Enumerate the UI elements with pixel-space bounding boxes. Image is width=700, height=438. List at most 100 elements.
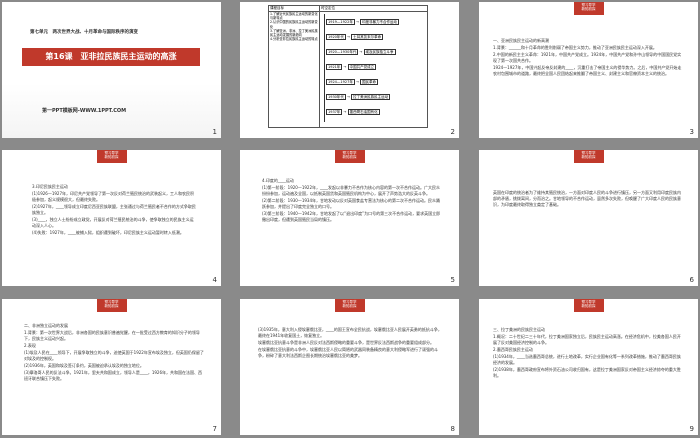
body-line: (4)失败：1927年，____被捕入狱，组织遭到破坏，印尼民族主义运动暂时转入… xyxy=(32,230,184,235)
goal-list: 1.了解近代民族民主运动的新变化与新特点 2.认识中国的民族民主运动的新变化 3… xyxy=(268,11,320,128)
slide-9-body: 三、拉丁美洲的民族民主运动 1.概况：二十世纪二三十年代，拉丁美洲国家独立后，民… xyxy=(493,327,683,380)
section-tag: 预习导学 新知初探 xyxy=(96,150,127,163)
section-heading: 一、亚洲民族民主运动的新高潮 xyxy=(493,38,549,43)
timeline-event: 墨西哥石油国有化 xyxy=(347,109,380,115)
body-line: 在埃塞俄比亚抗意的斗争中，埃塞俄比亚人民以简陋的武器同装备精良的意大利侵略军进行… xyxy=(258,347,438,358)
section-tag: 预习导学 新知初探 xyxy=(334,150,365,163)
slide-5[interactable]: 预习导学 新知初探 4.印度的____运动 (1)第一阶段：1920—1922年，… xyxy=(240,150,459,286)
section-tag-line: 新知初探 xyxy=(342,304,357,308)
objectives-table: 课程目标 时空定位 1.了解近代民族民主运动的新变化与新特点 2.认识中国的民族… xyxy=(268,5,428,128)
arrow-icon: → xyxy=(343,110,347,114)
arrow-icon: → xyxy=(355,80,359,84)
body-line: 1.概况：二十世纪二三十年代，拉丁美洲国家独立后，民族民主运动高涨。在经济危机中… xyxy=(493,334,681,345)
slide-number: 1 xyxy=(212,128,217,136)
body-line: (3)____，独立人士纷纷成立政党，开展反对荷兰殖民统治的斗争，使争取独立的民… xyxy=(32,217,194,228)
lesson-title: 第16课 亚非拉民族民主运动的高涨 xyxy=(45,52,177,61)
slide-number: 9 xyxy=(689,425,694,433)
body-line: (2)1927年，____领导成立印度尼西亚民族联盟，主张通过与荷兰殖民者不合作… xyxy=(32,204,196,215)
timeline-year: 1920年代 xyxy=(326,34,346,40)
slide-number: 8 xyxy=(450,425,455,433)
footer-credit: 第一PPT模板网-WWW.1PPT.COM xyxy=(42,108,127,114)
body-line: (3)摩洛哥人民的反法斗争。1921年，里夫共和国成立，领导人是____，192… xyxy=(24,370,203,381)
arrow-icon: → xyxy=(347,95,350,99)
arrow-icon: → xyxy=(359,50,363,54)
timeline-row: 1919—1922年 → 印度非暴力不合作运动 xyxy=(326,19,400,25)
section-tag-line: 新知初探 xyxy=(104,304,119,308)
body-line: 3.印尼民族民主运动 xyxy=(32,184,68,189)
slide-1[interactable]: 第七单元 两次世界大战、十月革命与国际秩序的演变 第16课 亚非拉民族民主运动的… xyxy=(2,2,221,138)
body-line: 埃塞俄比亚抗意斗争是非洲人民反对法西斯侵略的重要斗争，是世界反法西斯战争的重要组… xyxy=(258,340,434,345)
timeline-year: 1924—1927年 xyxy=(326,79,355,85)
section-tag: 预习导学 新知初探 xyxy=(573,2,604,15)
body-line: (1)埃及人民在____领导下，开展争取独立的斗争，迫使英国于1922年宣布埃及… xyxy=(24,350,204,361)
body-line: 1924—1927年，中国兴起反帝反封建的____，沉重打击了帝国主义的侵华势力… xyxy=(493,65,682,76)
slide-5-body: 4.印度的____运动 (1)第一阶段：1920—1922年，____发起以非暴… xyxy=(262,178,442,224)
body-line: 2.中国的新民主主义革命：1921年，中国共产党成立。1924年，中国共产党和孙… xyxy=(493,52,682,63)
goal-item: 2.认识中国的民族民主运动的新变化 xyxy=(270,20,318,29)
timeline-year: 1919—1922年 xyxy=(326,19,355,25)
slide-7-body: 二、非洲独立运动的发展 1.背景：第一次世界大战后，非洲各国的民族意识普遍觉醒，… xyxy=(24,323,204,383)
slide-6-body: 英国在印度的统治者为了维持其殖民统治，一方面对印度人民的斗争进行镇压，另一方面又… xyxy=(493,190,683,209)
timeline-year: 1937年 xyxy=(326,109,343,115)
body-line: (1)1926—1927年，印尼共产党领导了第一次反对荷兰殖民统治的武装起义，工… xyxy=(32,191,195,202)
section-tag: 预习导学 新知初探 xyxy=(573,150,604,163)
body-line: (2)第二阶段：1930—1934年，甘地发动以反对英国食盐专营法为核心的第二次… xyxy=(262,198,441,209)
body-line: 1.背景：第一次世界大战后，非洲各国的民族意识普遍觉醒，在一批受过西方教育的知识… xyxy=(24,330,200,341)
section-tag-line: 新知初探 xyxy=(581,155,596,159)
slide-7[interactable]: 预习导学 新知初探 二、非洲独立运动的发展 1.背景：第一次世界大战后，非洲各国的… xyxy=(2,299,221,435)
timeline-event: 国民革命 xyxy=(360,79,379,85)
timeline-cell: 1919—1922年 → 印度非暴力不合作运动 1920年代 → 土耳其凯末尔革… xyxy=(319,11,428,128)
slide-number: 6 xyxy=(689,276,694,284)
section-tag-line: 新知初探 xyxy=(581,7,596,11)
unit-title: 第七单元 两次世界大战、十月革命与国际秩序的演变 xyxy=(30,30,138,35)
body-line: (3)1935年，意大利入侵埃塞俄比亚，____的国王宣布全民抗战，埃塞俄比亚人… xyxy=(258,327,442,338)
body-line: (3)第三阶段：1940—1942年，甘地发起了以“退出印度”为口号的第三次不合… xyxy=(262,211,441,222)
timeline-row: 1921年 → 中国共产党成立 xyxy=(326,64,377,70)
timeline-row: 1920年代 → 土耳其凯末尔革命 xyxy=(326,34,384,40)
body-line: 4.印度的____运动 xyxy=(262,178,294,183)
slide-2[interactable]: 课程目标 时空定位 1.了解近代民族民主运动的新变化与新特点 2.认识中国的民族… xyxy=(240,2,459,138)
section-tag: 预习导学 新知初探 xyxy=(334,299,365,312)
body-line: (1)1934年，____当选墨西哥总统，进行土地改革，实行企业国有化等一系列改… xyxy=(493,354,681,365)
body-line: (2)1936年，英国和埃及签订条约，英国被迫承认埃及的独立地位。 xyxy=(24,363,144,368)
section-tag: 预习导学 新知初探 xyxy=(96,299,127,312)
section-tag-line: 新知初探 xyxy=(342,155,357,159)
slide-1-cover-image xyxy=(2,2,221,138)
slide-9[interactable]: 预习导学 新知初探 三、拉丁美洲的民族民主运动 1.概况：二十世纪二三十年代，拉丁… xyxy=(479,299,698,435)
slide-number: 2 xyxy=(450,128,455,136)
slide-number: 5 xyxy=(450,276,455,284)
body-line: 2.墨西哥民族民主运动 xyxy=(493,347,533,352)
timeline-event: 土耳其凯末尔革命 xyxy=(351,34,384,40)
timeline-event: 印度非暴力不合作运动 xyxy=(360,19,400,25)
body-line: (2)1938年，墨西哥政府宣布将外资石油公司收归国有，这是拉丁美洲国家反对帝国… xyxy=(493,367,681,378)
timeline-year: 1930年代 xyxy=(326,94,346,100)
section-tag-line: 新知初探 xyxy=(581,304,596,308)
timeline-axis xyxy=(324,14,325,122)
timeline-row: 1937年 → 墨西哥石油国有化 xyxy=(326,109,380,115)
goal-item: 4.分析亚非拉民族民主运动的特点 xyxy=(270,37,318,42)
slide-3-body: 一、亚洲民族民主运动的新高潮 1.背景：______和十月革命的胜利削弱了帝国主… xyxy=(493,38,683,78)
timeline-row: 1920—1930年代 → 埃及民族独立斗争 xyxy=(326,49,396,55)
timeline-event: 埃及民族独立斗争 xyxy=(363,49,396,55)
slide-4[interactable]: 预习导学 新知初探 3.印尼民族民主运动 (1)1926—1927年，印尼共产党领… xyxy=(2,150,221,286)
slide-number: 4 xyxy=(212,276,217,284)
slide-8-body: (3)1935年，意大利入侵埃塞俄比亚，____的国王宣布全民抗战，埃塞俄比亚人… xyxy=(258,327,443,360)
lesson-title-banner: 第16课 亚非拉民族民主运动的高涨 xyxy=(22,48,200,66)
slide-6[interactable]: 预习导学 新知初探 英国在印度的统治者为了维持其殖民统治，一方面对印度人民的斗争进… xyxy=(479,150,698,286)
arrow-icon: → xyxy=(355,20,359,24)
section-heading: 二、非洲独立运动的发展 xyxy=(24,323,68,328)
slide-number: 7 xyxy=(212,425,217,433)
slide-number: 3 xyxy=(689,128,694,136)
timeline-row: 1924—1927年 → 国民革命 xyxy=(326,79,379,85)
timeline-event: 中国共产党成立 xyxy=(347,64,377,70)
timeline-event: 拉丁美洲民族民主运动 xyxy=(351,94,391,100)
slide-3[interactable]: 预习导学 新知初探 一、亚洲民族民主运动的新高潮 1.背景：______和十月革命… xyxy=(479,2,698,138)
body-line: 2.表现 xyxy=(24,343,36,348)
arrow-icon: → xyxy=(343,65,347,69)
slide-8[interactable]: 预习导学 新知初探 (3)1935年，意大利入侵埃塞俄比亚，____的国王宣布全民… xyxy=(240,299,459,435)
body-line: (1)第一阶段：1920—1922年，____发起以非暴力不合作为核心内容的第一… xyxy=(262,185,441,196)
goal-item: 3.了解亚洲、非洲、拉丁美洲民族民主运动发展的新趋向 xyxy=(270,28,318,38)
timeline-year: 1921年 xyxy=(326,64,343,70)
timeline-row: 1930年代 → 拉丁美洲民族民主运动 xyxy=(326,94,391,100)
slide-4-body: 3.印尼民族民主运动 (1)1926—1927年，印尼共产党领导了第一次反对荷兰… xyxy=(32,184,197,237)
